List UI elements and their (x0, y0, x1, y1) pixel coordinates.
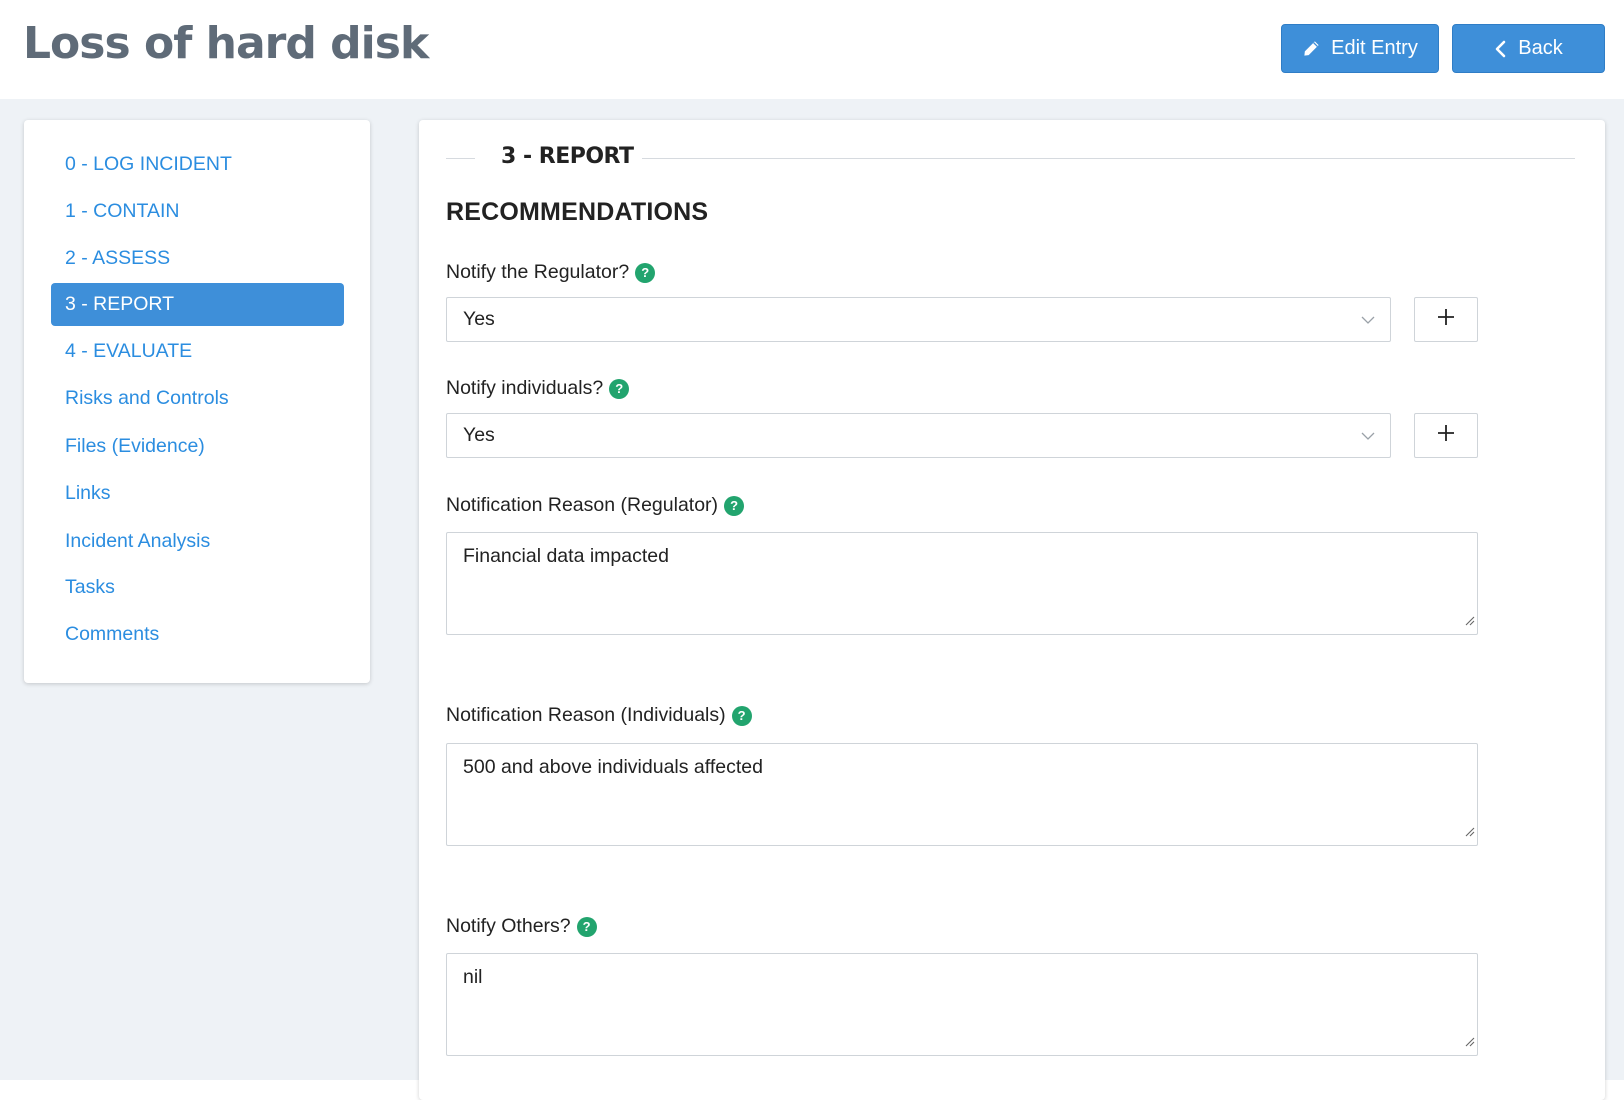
chevron-left-icon (1494, 40, 1508, 58)
resize-grip-icon[interactable] (1463, 609, 1475, 632)
notify-individuals-select[interactable]: Yes (446, 413, 1391, 458)
add-regulator-option-button[interactable] (1414, 297, 1478, 342)
sidebar-item-incident-analysis[interactable]: Incident Analysis (51, 520, 344, 563)
notify-regulator-label: Notify the Regulator? ? (446, 261, 656, 284)
section-divider-right (642, 158, 1575, 159)
notify-regulator-value: Yes (463, 308, 495, 330)
reason-regulator-label-text: Notification Reason (Regulator) (446, 494, 719, 516)
sidebar-item-tasks[interactable]: Tasks (51, 566, 344, 609)
resize-grip-icon[interactable] (1463, 820, 1475, 843)
report-panel: 3 - REPORT RECOMMENDATIONS Notify the Re… (419, 120, 1605, 1100)
recommendations-heading: RECOMMENDATIONS (446, 198, 709, 226)
notify-regulator-label-text: Notify the Regulator? (446, 261, 630, 283)
add-individuals-option-button[interactable] (1414, 413, 1478, 458)
help-icon[interactable]: ? (609, 378, 630, 399)
back-label: Back (1518, 37, 1563, 59)
edit-entry-button[interactable]: Edit Entry (1281, 24, 1439, 73)
notify-regulator-select[interactable]: Yes (446, 297, 1391, 342)
notify-others-label: Notify Others? ? (446, 915, 597, 938)
reason-individuals-label: Notification Reason (Individuals) ? (446, 704, 752, 727)
notify-individuals-value: Yes (463, 424, 495, 446)
edit-entry-label: Edit Entry (1331, 37, 1418, 59)
help-icon[interactable]: ? (635, 262, 656, 283)
sidebar-item-contain[interactable]: 1 - CONTAIN (51, 190, 344, 233)
sidebar-item-links[interactable]: Links (51, 472, 344, 515)
plus-icon (1437, 308, 1455, 331)
reason-regulator-value: Financial data impacted (463, 545, 669, 567)
sidebar-item-comments[interactable]: Comments (51, 613, 344, 656)
help-icon[interactable]: ? (724, 495, 745, 516)
notify-individuals-label-text: Notify individuals? (446, 377, 604, 399)
resize-grip-icon[interactable] (1463, 1030, 1475, 1053)
chevron-down-icon (1360, 427, 1376, 450)
help-icon[interactable]: ? (576, 916, 597, 937)
notify-others-value: nil (463, 966, 483, 988)
notify-others-textarea[interactable]: nil (446, 953, 1478, 1056)
reason-regulator-label: Notification Reason (Regulator) ? (446, 494, 745, 517)
back-button[interactable]: Back (1452, 24, 1605, 73)
notify-individuals-label: Notify individuals? ? (446, 377, 630, 400)
sidebar-item-report[interactable]: 3 - REPORT (51, 283, 344, 326)
notify-others-label-text: Notify Others? (446, 915, 571, 937)
sidebar-item-log-incident[interactable]: 0 - LOG INCIDENT (51, 143, 344, 186)
sidebar-nav: 0 - LOG INCIDENT 1 - CONTAIN 2 - ASSESS … (24, 120, 370, 683)
plus-icon (1437, 424, 1455, 447)
chevron-down-icon (1360, 311, 1376, 334)
section-divider-left (446, 158, 475, 159)
page-header: Loss of hard disk Edit Entry Back (0, 0, 1624, 99)
sidebar-item-evaluate[interactable]: 4 - EVALUATE (51, 330, 344, 373)
reason-regulator-textarea[interactable]: Financial data impacted (446, 532, 1478, 635)
help-icon[interactable]: ? (731, 705, 752, 726)
reason-individuals-textarea[interactable]: 500 and above individuals affected (446, 743, 1478, 846)
reason-individuals-label-text: Notification Reason (Individuals) (446, 704, 726, 726)
sidebar-item-assess[interactable]: 2 - ASSESS (51, 237, 344, 280)
section-title: 3 - REPORT (501, 144, 634, 169)
reason-individuals-value: 500 and above individuals affected (463, 756, 763, 778)
sidebar-item-files-evidence[interactable]: Files (Evidence) (51, 425, 344, 468)
sidebar-item-risks-and-controls[interactable]: Risks and Controls (51, 377, 344, 420)
pencil-icon (1302, 39, 1321, 58)
page-title: Loss of hard disk (23, 18, 429, 69)
